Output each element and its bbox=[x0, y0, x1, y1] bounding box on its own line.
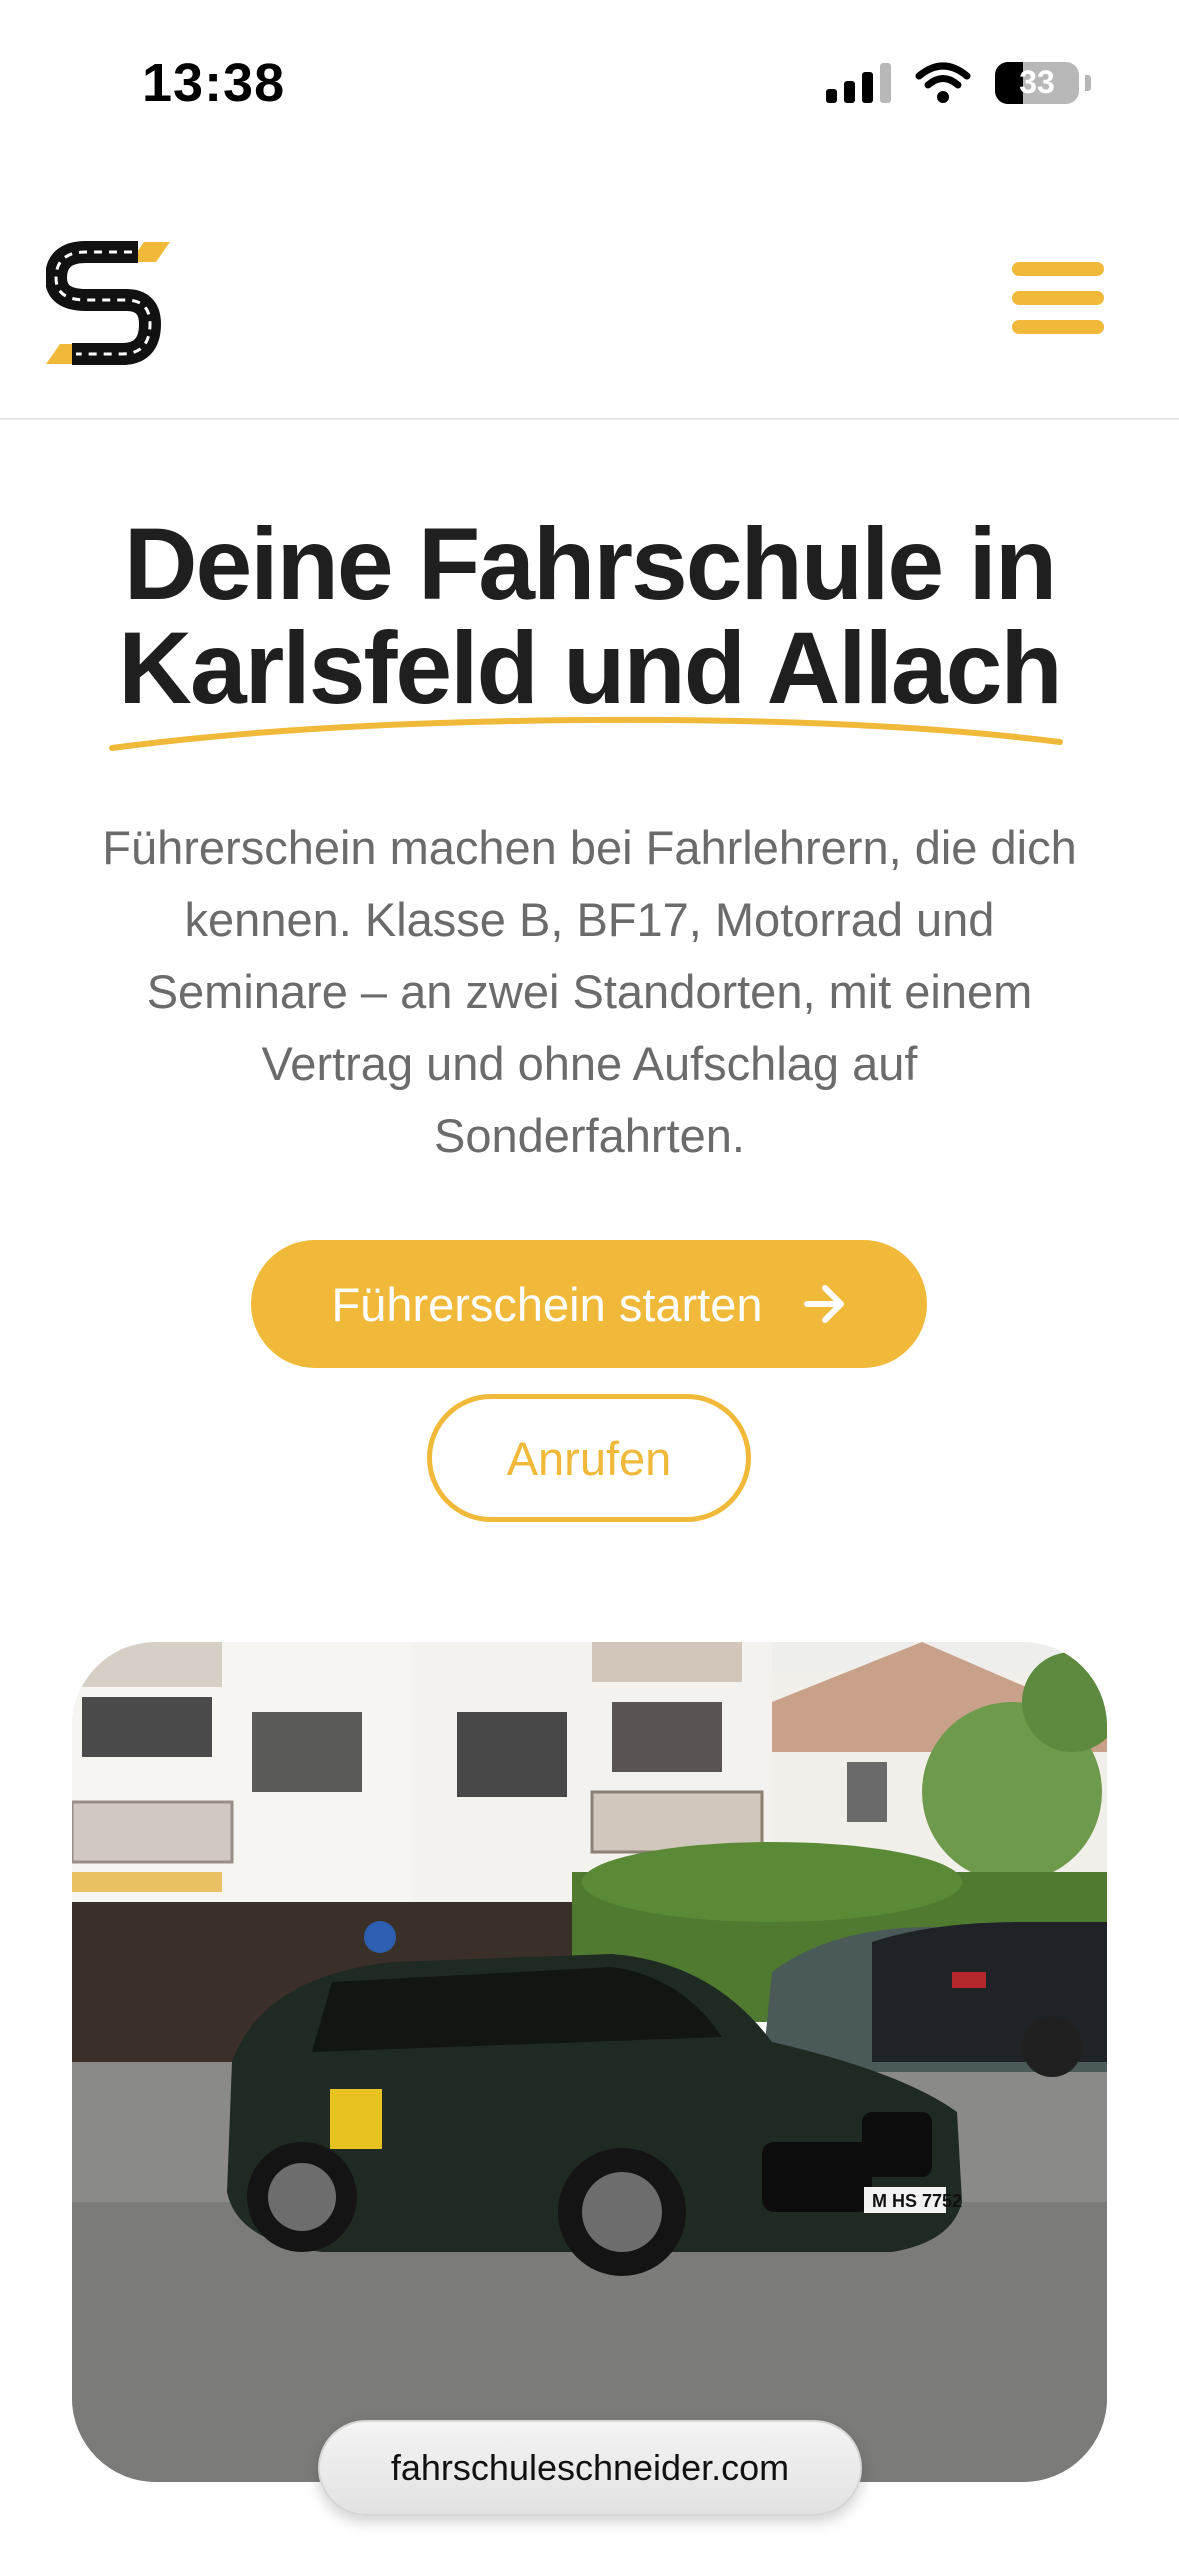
arrow-right-icon bbox=[803, 1285, 844, 1323]
hero-title: Deine Fahrschule in Karlsfeld und Allach bbox=[60, 512, 1119, 720]
battery-percent: 33 bbox=[1019, 64, 1055, 100]
driving-school-car-photo: M HS 7752 bbox=[72, 1642, 1107, 2482]
status-bar: 13:38 33 bbox=[0, 0, 1179, 150]
hamburger-menu-icon[interactable] bbox=[1012, 262, 1104, 334]
hero-description-line: Vertrag und ohne Aufschlag auf bbox=[261, 1037, 918, 1090]
hero-description: Führerschein machen bei Fahrlehrern, die… bbox=[60, 812, 1119, 1172]
status-icons: 33 bbox=[826, 62, 1091, 104]
title-underline-decoration bbox=[109, 716, 1063, 751]
driving-school-s-logo[interactable] bbox=[46, 238, 170, 368]
hero-description-line: Sonderfahrten. bbox=[434, 1109, 745, 1162]
status-time: 13:38 bbox=[142, 53, 286, 113]
hero-description-line: Seminare – an zwei Standorten, mit einem bbox=[146, 965, 1033, 1018]
site-header bbox=[0, 150, 1179, 420]
battery-icon: 33 bbox=[995, 62, 1079, 104]
call-button-label: Anrufen bbox=[506, 1431, 672, 1485]
wifi-icon bbox=[915, 62, 971, 103]
start-license-button-label: Führerschein starten bbox=[331, 1277, 763, 1331]
browser-url-bar[interactable]: fahrschuleschneider.com bbox=[318, 2420, 862, 2516]
battery-nub bbox=[1085, 75, 1091, 91]
start-license-button[interactable]: Führerschein starten bbox=[251, 1240, 927, 1368]
signal-icon bbox=[826, 63, 891, 103]
browser-url-text: fahrschuleschneider.com bbox=[390, 2447, 790, 2488]
call-button[interactable]: Anrufen bbox=[427, 1394, 751, 1522]
hero-description-line: kennen. Klasse B, BF17, Motorrad und bbox=[184, 893, 995, 946]
hero-title-line1: Deine Fahrschule in bbox=[123, 507, 1057, 621]
svg-text:M HS 7752: M HS 7752 bbox=[872, 2191, 962, 2211]
hero-description-line: Führerschein machen bei Fahrlehrern, die… bbox=[102, 821, 1077, 874]
